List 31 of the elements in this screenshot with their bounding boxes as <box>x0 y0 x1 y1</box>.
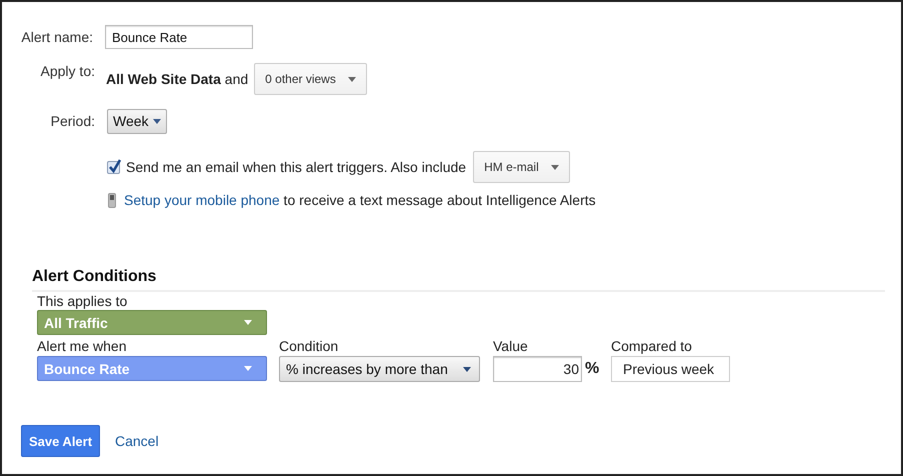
email-option-text: Send me an email when this alert triggers. Also include <box>126 159 466 175</box>
name-field[interactable]: Bounce Rate <box>105 25 253 49</box>
caret-icon <box>244 320 252 325</box>
period-dropdown[interactable]: Week <box>107 108 167 134</box>
setup-link[interactable]: Setup your mobile phone <box>124 192 280 208</box>
comparison-field[interactable]: Previous week <box>611 356 730 382</box>
views-dropdown[interactable]: 0 other views <box>254 63 367 95</box>
caret-icon <box>463 366 471 372</box>
phone-icon <box>108 192 116 208</box>
field-label: Value <box>493 337 529 356</box>
condition-dropdown[interactable]: % increases by more than <box>279 356 480 382</box>
email-checkbox[interactable] <box>107 160 120 174</box>
unit-label: % <box>585 360 600 378</box>
field-label: Condition <box>279 337 340 356</box>
field-label: Alert name: <box>20 29 93 45</box>
caret-icon <box>550 164 559 170</box>
field-label: Apply to: <box>40 63 95 79</box>
caret-icon <box>348 76 356 82</box>
field-label: Alert me when <box>37 337 128 356</box>
mobile-text: Setup your mobile phone to receive a text message about Intelligence Alerts <box>124 192 596 208</box>
field-label: This applies to <box>37 293 128 310</box>
value-field[interactable]: 30 <box>493 356 582 382</box>
apply-text: All Web Site Data and <box>106 71 248 87</box>
field-label: Compared to <box>611 337 693 356</box>
caret-icon <box>244 366 252 371</box>
section-title: Alert Conditions <box>32 268 158 286</box>
save-button[interactable]: Save Alert <box>21 425 100 457</box>
caret-icon <box>152 118 161 124</box>
field-label: Period: <box>50 113 95 129</box>
email-dropdown[interactable]: HM e-mail <box>473 151 570 183</box>
cancel-link[interactable]: Cancel <box>115 433 159 449</box>
